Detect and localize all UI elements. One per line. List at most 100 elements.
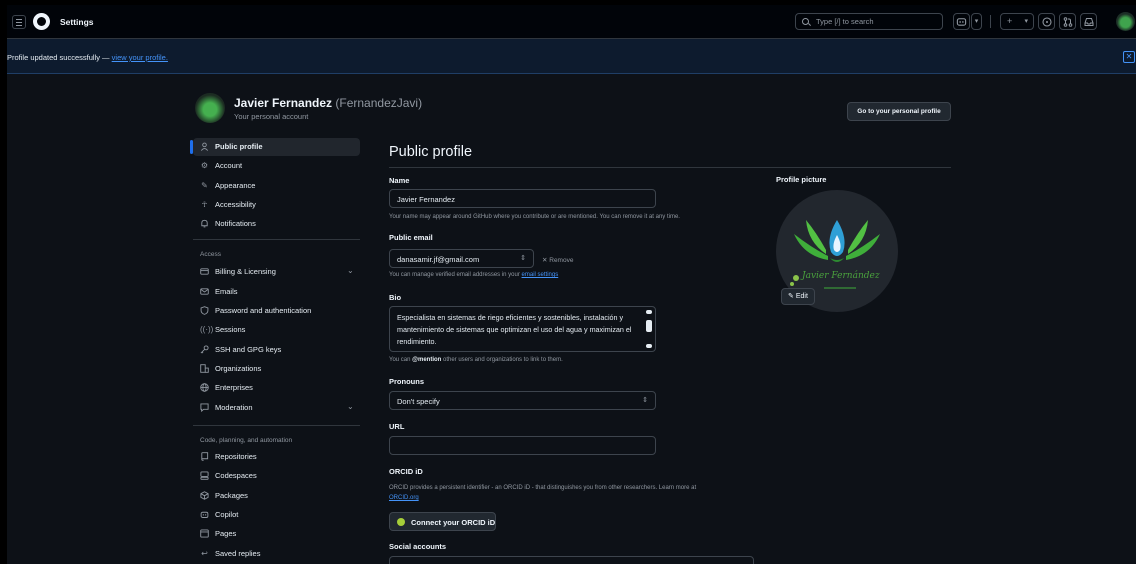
chevron-down-icon: ⌄ — [347, 266, 354, 275]
browser-icon — [200, 529, 209, 538]
bio-label: Bio — [389, 293, 402, 302]
flash-close-icon[interactable]: ✕ — [1123, 51, 1135, 63]
bio-textarea[interactable]: Especialista en sistemas de riego eficie… — [389, 306, 656, 352]
orcid-label: ORCID iD — [389, 467, 423, 476]
mail-icon — [200, 287, 209, 296]
sidebar-item-packages[interactable]: Packages — [193, 487, 360, 505]
sidebar-group-code: Code, planning, and automation — [200, 437, 293, 444]
sidebar-item-emails[interactable]: Emails — [193, 283, 360, 301]
search-placeholder: Type [/] to search — [816, 17, 874, 26]
orcid-link-line: ORCID.org — [389, 495, 419, 501]
inbox-button[interactable] — [1080, 13, 1097, 30]
global-header: Settings Type [/] to search ▾ + ▾ — [7, 5, 1136, 39]
key-icon — [200, 345, 209, 354]
sidebar-item-ssh-gpg[interactable]: SSH and GPG keys — [193, 341, 360, 359]
select-arrows-icon: ⇕ — [642, 397, 648, 404]
create-new-button[interactable]: + ▾ — [1000, 13, 1034, 30]
url-label: URL — [389, 422, 405, 431]
sidebar-item-label: Repositories — [215, 452, 257, 461]
scrollbar-thumb[interactable] — [646, 320, 652, 332]
go-to-profile-button[interactable]: Go to your personal profile — [847, 102, 951, 121]
pronouns-value: Don't specify — [397, 397, 440, 406]
paintbrush-icon: ✎ — [201, 181, 208, 190]
connect-orcid-label: Connect your ORCID iD — [411, 518, 496, 527]
inbox-icon — [1084, 18, 1093, 26]
chevron-down-icon: ▾ — [974, 18, 979, 25]
sidebar-item-moderation[interactable]: Moderation ⌄ — [193, 399, 360, 417]
orcid-link[interactable]: ORCID.org — [389, 495, 419, 501]
sidebar-item-label: Copilot — [215, 510, 239, 519]
sidebar-item-accessibility[interactable]: ☥ Accessibility — [193, 196, 360, 214]
sidebar-item-public-profile[interactable]: Public profile — [190, 138, 360, 156]
sidebar-item-sessions[interactable]: ((·)) Sessions — [193, 321, 360, 339]
email-settings-link[interactable]: email settings — [522, 272, 559, 278]
public-email-label: Public email — [389, 233, 433, 242]
social-account-input[interactable] — [389, 556, 754, 564]
chevron-down-icon: ⌄ — [347, 402, 354, 411]
sidebar-item-label: Sessions — [215, 325, 246, 334]
github-logo-icon[interactable] — [33, 13, 50, 30]
copilot-button[interactable] — [953, 13, 970, 30]
sidebar-item-notifications[interactable]: Notifications — [193, 215, 360, 233]
sidebar-item-billing[interactable]: Billing & Licensing ⌄ — [193, 263, 360, 281]
name-input[interactable]: Javier Fernandez — [389, 189, 656, 208]
sidebar-item-password[interactable]: Password and authentication — [193, 302, 360, 320]
email-hint-text: You can manage verified email addresses … — [389, 272, 520, 278]
search-input[interactable]: Type [/] to search — [795, 13, 943, 30]
remove-email-button[interactable]: ✕ Remove — [542, 256, 573, 264]
repo-icon — [200, 452, 209, 461]
hamburger-menu-icon[interactable] — [12, 15, 26, 29]
sidebar-item-repositories[interactable]: Repositories — [193, 448, 360, 466]
app-window: Settings Type [/] to search ▾ + ▾ Profil… — [7, 5, 1136, 564]
account-avatar — [195, 93, 225, 123]
bio-scrollbar[interactable] — [646, 310, 652, 348]
scroll-down-icon[interactable] — [646, 344, 652, 348]
sidebar-item-label: Pages — [215, 529, 237, 538]
social-accounts-label: Social accounts — [389, 542, 447, 551]
url-input[interactable] — [389, 436, 656, 455]
sidebar-divider — [193, 239, 360, 240]
sidebar-item-copilot[interactable]: Copilot — [193, 506, 360, 524]
flash-message: Profile updated successfully — view your… — [7, 53, 168, 62]
sidebar-item-label: Saved replies — [215, 549, 261, 558]
public-email-select[interactable]: danasamir.jf@gmail.com ⇕ — [389, 249, 534, 268]
page-title: Public profile — [389, 144, 473, 160]
sidebar-item-appearance[interactable]: ✎ Appearance — [193, 177, 360, 195]
name-label: Name — [389, 176, 410, 185]
pronouns-select[interactable]: Don't specify ⇕ — [389, 391, 656, 410]
report-icon — [200, 403, 209, 413]
chevron-down-icon: ▾ — [1024, 18, 1028, 25]
search-icon — [802, 18, 809, 25]
sidebar-item-enterprises[interactable]: Enterprises — [193, 379, 360, 397]
copilot-menu-button[interactable]: ▾ — [971, 13, 982, 30]
sidebar-item-label: Organizations — [215, 364, 262, 373]
view-profile-link[interactable]: view your profile. — [112, 53, 168, 62]
sidebar-item-label: Enterprises — [215, 383, 253, 392]
sidebar-item-label: Public profile — [215, 142, 263, 151]
accessibility-icon: ☥ — [201, 200, 208, 209]
pull-requests-button[interactable] — [1059, 13, 1076, 30]
organization-icon — [200, 364, 209, 373]
select-arrows-icon: ⇕ — [520, 255, 526, 262]
sidebar-item-saved-replies[interactable]: ↩ Saved replies — [193, 545, 360, 563]
bio-hint-mention: @mention — [412, 357, 442, 363]
sidebar-item-pages[interactable]: Pages — [193, 525, 360, 543]
orcid-hint: ORCID provides a persistent identifier -… — [389, 485, 697, 491]
shield-lock-icon — [200, 306, 209, 315]
issues-button[interactable] — [1038, 13, 1055, 30]
user-avatar-button[interactable] — [1116, 12, 1135, 31]
sidebar-divider — [193, 425, 360, 426]
sidebar-item-organizations[interactable]: Organizations — [193, 360, 360, 378]
sidebar-item-codespaces[interactable]: Codespaces — [193, 467, 360, 485]
pencil-icon: ✎ — [788, 293, 794, 300]
scroll-up-icon[interactable] — [646, 310, 652, 314]
flash-text: Profile updated successfully — — [7, 53, 110, 62]
copilot-icon — [200, 510, 209, 519]
connect-orcid-button[interactable]: Connect your ORCID iD — [389, 512, 496, 531]
sidebar-item-label: SSH and GPG keys — [215, 345, 282, 354]
plus-icon: + — [1007, 16, 1013, 26]
sidebar-item-account[interactable]: ⚙ Account — [193, 157, 360, 175]
credit-card-icon — [200, 267, 209, 276]
bell-icon — [200, 219, 209, 228]
edit-picture-button[interactable]: ✎ Edit — [781, 288, 815, 305]
